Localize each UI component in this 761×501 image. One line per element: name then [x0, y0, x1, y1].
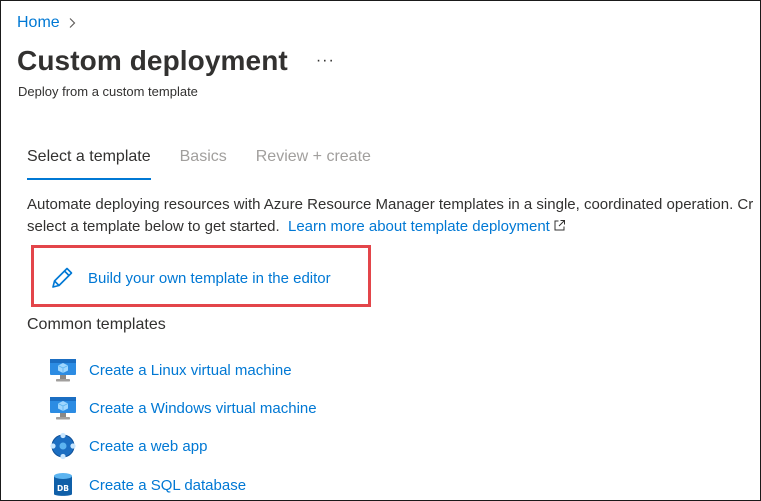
- learn-more-label: Learn more about template deployment: [288, 218, 550, 235]
- description: Automate deploying resources with Azure …: [27, 194, 760, 238]
- chevron-right-icon: [69, 18, 76, 28]
- wizard-tabs: Select a template Basics Review + create: [27, 148, 400, 180]
- external-link-icon: [554, 220, 565, 231]
- more-options-button[interactable]: ···: [316, 52, 335, 70]
- title-row: Custom deployment ···: [17, 45, 335, 77]
- pencil-icon: [52, 267, 73, 288]
- virtual-machine-icon: [50, 397, 76, 420]
- tab-basics[interactable]: Basics: [180, 148, 227, 180]
- template-sql-database-link[interactable]: DB Create a SQL database: [49, 471, 246, 499]
- build-own-template-label: Build your own template in the editor: [88, 269, 331, 287]
- page-subtitle: Deploy from a custom template: [18, 84, 198, 99]
- template-linux-vm-link[interactable]: Create a Linux virtual machine: [49, 356, 292, 384]
- sql-database-icon: DB: [54, 473, 72, 496]
- breadcrumb: Home: [17, 14, 78, 32]
- template-sql-database-label: Create a SQL database: [89, 476, 247, 494]
- common-templates-heading: Common templates: [27, 316, 166, 333]
- breadcrumb-home-link[interactable]: Home: [17, 14, 60, 32]
- template-web-app-link[interactable]: Create a web app: [49, 432, 207, 460]
- template-windows-vm-label: Create a Windows virtual machine: [89, 399, 317, 417]
- template-web-app-label: Create a web app: [89, 437, 208, 455]
- description-line-1: Automate deploying resources with Azure …: [27, 196, 754, 213]
- build-own-template-link[interactable]: Build your own template in the editor: [49, 265, 331, 291]
- tab-select-a-template[interactable]: Select a template: [27, 148, 151, 180]
- web-app-icon: [50, 432, 76, 460]
- virtual-machine-icon: [50, 359, 76, 382]
- page-title: Custom deployment: [17, 45, 288, 76]
- svg-text:DB: DB: [57, 484, 69, 493]
- description-line-2: select a template below to get started. …: [27, 216, 760, 238]
- template-windows-vm-link[interactable]: Create a Windows virtual machine: [49, 394, 317, 422]
- description-line-2-text: select a template below to get started.: [27, 218, 280, 235]
- tab-review-create[interactable]: Review + create: [256, 148, 371, 180]
- template-linux-vm-label: Create a Linux virtual machine: [89, 361, 292, 379]
- custom-deployment-page: Home Custom deployment ··· Deploy from a…: [0, 0, 761, 501]
- learn-more-link[interactable]: Learn more about template deployment: [288, 218, 566, 235]
